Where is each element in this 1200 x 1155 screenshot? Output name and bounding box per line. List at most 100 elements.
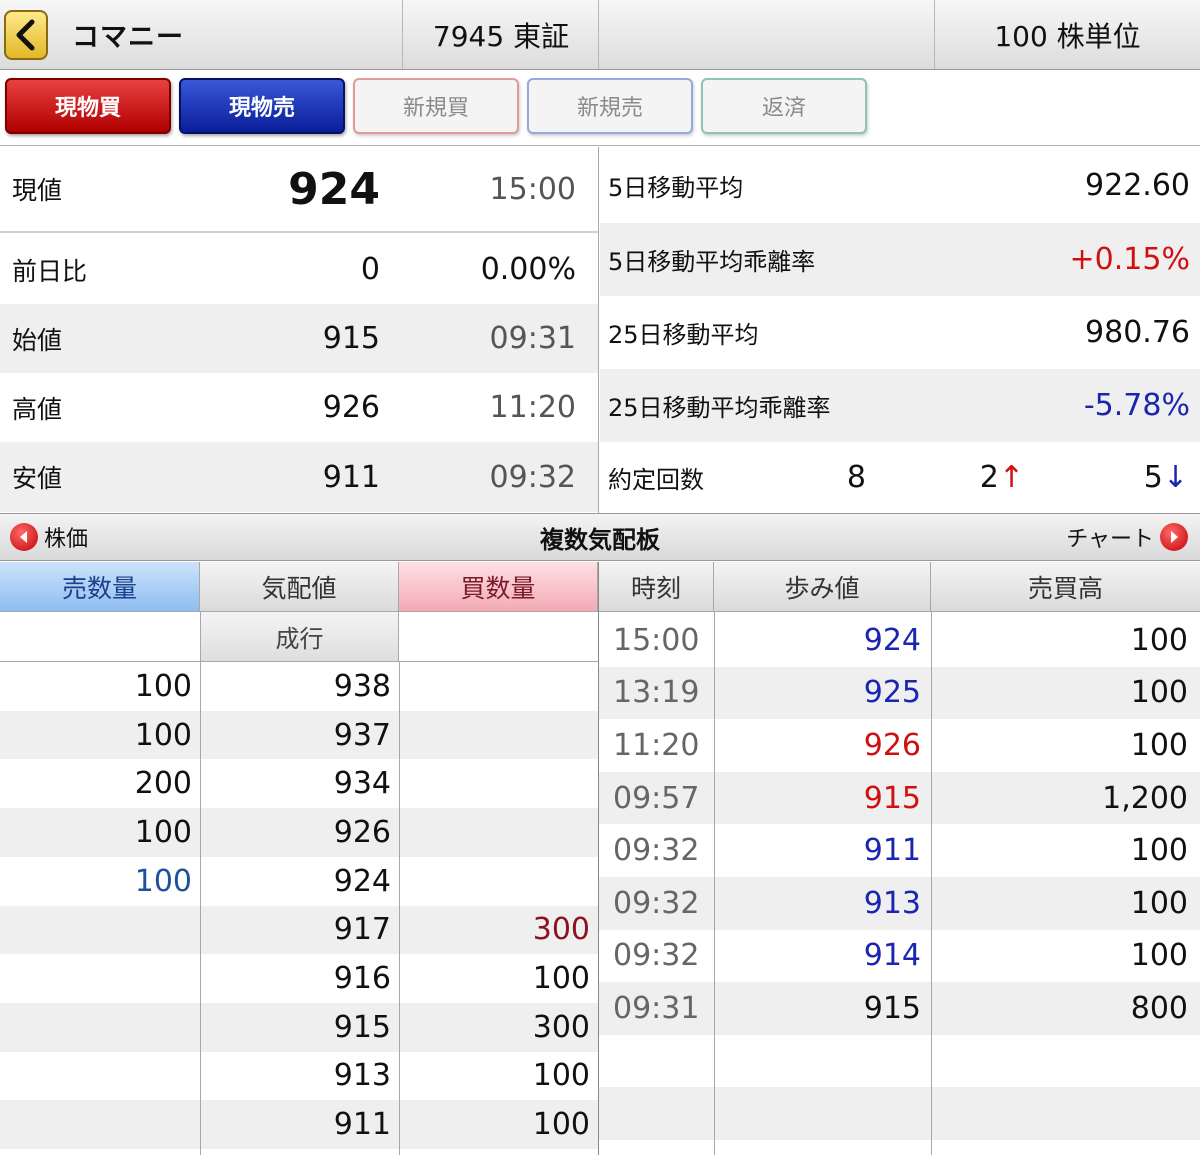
- tick-volume-cell: 100: [1130, 833, 1188, 869]
- tick-volume-cell: 100: [1130, 675, 1188, 711]
- tick-price-cell: 914: [863, 938, 921, 974]
- company-name: コマニー: [72, 22, 184, 53]
- tick-row: 15:00 924 100: [599, 614, 1200, 667]
- tick-price-header: 歩み値: [714, 562, 931, 612]
- tick-row-empty: [599, 1034, 1200, 1088]
- spot-sell-button[interactable]: 現物売: [179, 78, 345, 134]
- margin-sell-button[interactable]: 新規売: [527, 78, 693, 134]
- tick-row: 09:32 911 100: [599, 824, 1200, 877]
- board-row[interactable]: 100 926: [0, 808, 598, 857]
- ma25-deviation-value: -5.78%: [1083, 388, 1190, 423]
- tick-row: 09:32 913 100: [599, 877, 1200, 930]
- open-price: 915: [322, 321, 380, 356]
- back-button[interactable]: [4, 10, 48, 60]
- open-time: 09:31: [489, 321, 576, 356]
- price-cell: 938: [333, 668, 391, 704]
- sell-qty-cell: 200: [134, 766, 192, 802]
- board-row[interactable]: 915 300: [0, 1002, 598, 1052]
- repay-button[interactable]: 返済: [701, 78, 867, 134]
- board-row[interactable]: 913 100: [0, 1051, 598, 1101]
- tick-time-cell: 09:31: [613, 990, 700, 1026]
- chevron-left-icon: [16, 19, 35, 51]
- low-time: 09:32: [489, 459, 576, 495]
- quote-row-high: 高値 926 11:20: [0, 373, 598, 442]
- board-row[interactable]: 916 100: [0, 954, 598, 1003]
- quote-row-low: 安値 911 09:32: [0, 442, 598, 512]
- sell-qty-header: 売数量: [0, 562, 200, 612]
- tick-price-cell: 913: [863, 885, 921, 921]
- trades-up: 2↑: [979, 459, 1024, 495]
- price-cell: 916: [333, 961, 391, 997]
- price-cell: 915: [333, 1009, 391, 1045]
- tick-time-cell: 09:32: [613, 833, 700, 869]
- indicator-label: 25日移動平均: [608, 321, 759, 349]
- divider: [598, 562, 599, 1155]
- ma25-value: 980.76: [1085, 315, 1190, 350]
- high-price: 926: [322, 390, 380, 425]
- quote-label: 現値: [12, 176, 63, 205]
- tick-price-cell: 911: [863, 833, 921, 869]
- buy-qty-cell: 100: [532, 1107, 590, 1143]
- stock-price-link[interactable]: 株価: [10, 514, 88, 560]
- tick-time-cell: 15:00: [613, 622, 700, 658]
- tick-price-cell: 915: [863, 990, 921, 1026]
- board-row[interactable]: 100 937: [0, 710, 598, 760]
- trades-down: 5↓: [1143, 459, 1188, 495]
- tick-volume-cell: 100: [1130, 727, 1188, 763]
- tick-time-cell: 09:32: [613, 885, 700, 921]
- price-cell: 917: [333, 912, 391, 948]
- indicator-row-ma5: 5日移動平均 922.60: [600, 147, 1200, 223]
- divider: [200, 662, 201, 1155]
- tick-volume-cell: 100: [1130, 885, 1188, 921]
- arrow-right-icon: [1160, 523, 1188, 551]
- header-blank: [598, 0, 934, 69]
- price-cell: 924: [333, 863, 391, 899]
- buy-qty-cell: 300: [532, 1009, 590, 1045]
- board-row[interactable]: 200 934: [0, 759, 598, 809]
- tick-row: 11:20 926 100: [599, 719, 1200, 772]
- trades-total: 8: [846, 459, 866, 495]
- divider: [598, 147, 599, 513]
- board-row[interactable]: 911 100: [0, 1100, 598, 1149]
- spot-buy-button[interactable]: 現物買: [5, 78, 171, 134]
- volume-header: 売買高: [931, 562, 1200, 612]
- chart-link-label: チャート: [1066, 527, 1154, 552]
- indicator-label: 5日移動平均: [608, 173, 744, 202]
- quote-label: 安値: [12, 464, 63, 493]
- indicator-label: 25日移動平均乖離率: [608, 394, 831, 422]
- time-header: 時刻: [598, 562, 714, 612]
- margin-buy-button[interactable]: 新規買: [353, 78, 519, 134]
- tick-row: 09:57 915 1,200: [599, 771, 1200, 825]
- low-price: 911: [322, 459, 380, 495]
- price-cell: 937: [333, 717, 391, 753]
- quote-row-open: 始値 915 09:31: [0, 304, 598, 373]
- market-order-label: 成行: [200, 612, 399, 661]
- price-cell: 926: [333, 814, 391, 850]
- price-cell: 913: [333, 1058, 391, 1094]
- market-order-row: 成行: [0, 612, 598, 662]
- indicator-row-ma5-deviation: 5日移動平均乖離率 +0.15%: [600, 223, 1200, 296]
- tick-price-cell: 926: [863, 727, 921, 763]
- board-row[interactable]: 100 924: [0, 856, 598, 906]
- tick-time-cell: 09:57: [613, 780, 700, 816]
- chart-link[interactable]: チャート: [1066, 514, 1188, 560]
- tick-volume-cell: 800: [1130, 990, 1188, 1026]
- trades-label: 約定回数: [608, 465, 704, 494]
- board-row[interactable]: 917 300: [0, 905, 598, 955]
- board-row[interactable]: 100 938: [0, 662, 598, 711]
- sell-qty-cell: 100: [134, 863, 192, 899]
- price-cell: 911: [333, 1107, 391, 1143]
- quote-label: 始値: [12, 325, 63, 355]
- buy-qty-cell: 100: [532, 961, 590, 997]
- tick-row: 13:19 925 100: [599, 666, 1200, 720]
- board-title: 複数気配板: [540, 525, 660, 554]
- quote-row-change: 前日比 0 0.00%: [0, 235, 598, 304]
- tick-time-cell: 13:19: [613, 675, 700, 711]
- tick-row: 09:32 914 100: [599, 929, 1200, 983]
- current-price: 924: [288, 163, 380, 215]
- indicator-label: 5日移動平均乖離率: [608, 248, 816, 276]
- tick-volume-cell: 100: [1130, 622, 1188, 658]
- sell-qty-cell: 100: [134, 717, 192, 753]
- divider: [399, 662, 400, 1155]
- indicator-row-ma25: 25日移動平均 980.76: [600, 296, 1200, 369]
